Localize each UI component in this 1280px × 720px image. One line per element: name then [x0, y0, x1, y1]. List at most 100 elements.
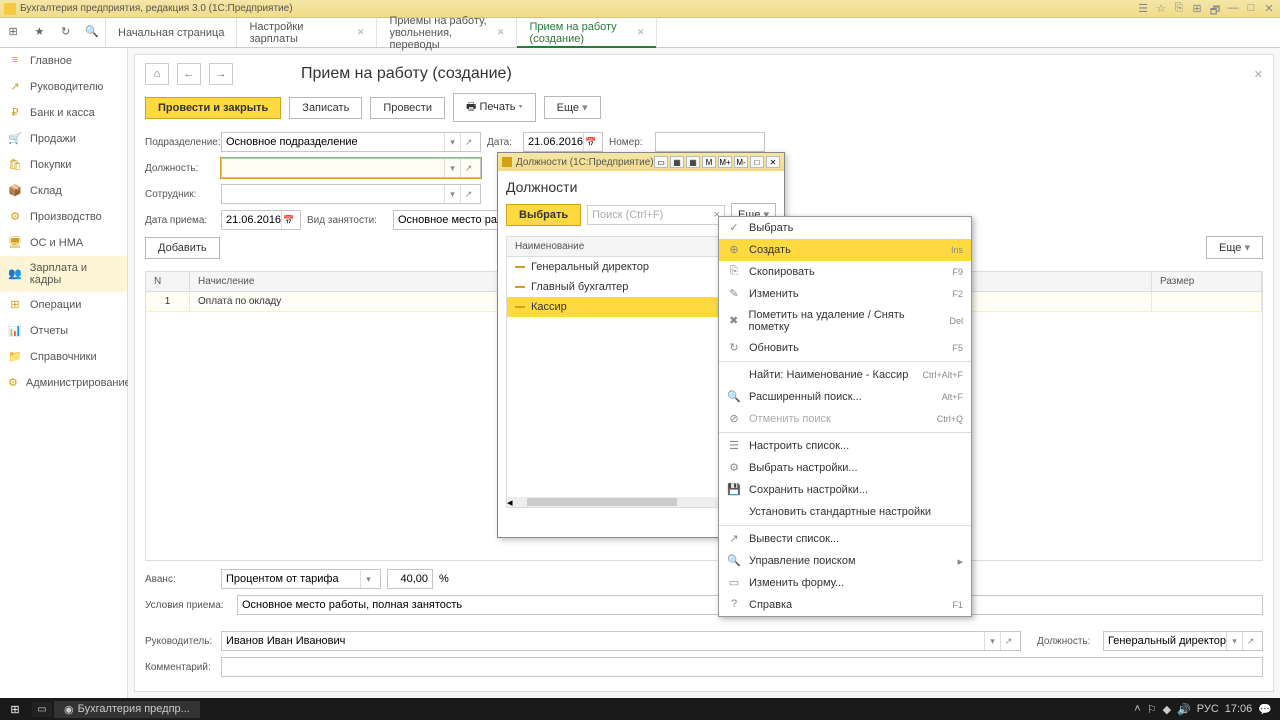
save-button[interactable]: Записать — [289, 97, 362, 119]
popup-maximize-icon[interactable]: □ — [750, 156, 764, 168]
table-more-button[interactable]: Еще — [1206, 236, 1263, 259]
start-button[interactable]: ⊞ — [0, 698, 30, 720]
ctx-copy[interactable]: ⎘СкопироватьF9 — [719, 261, 971, 283]
sidebar-item-production[interactable]: ⚙Производство — [0, 204, 127, 230]
tray-up-icon[interactable]: ˄ — [1134, 703, 1140, 715]
sidebar-item-purchases[interactable]: 🛍Покупки — [0, 152, 127, 178]
dropdown-icon[interactable]: ▾ — [984, 632, 1000, 650]
sidebar-item-sales[interactable]: 🛒Продажи — [0, 126, 127, 152]
number-field[interactable] — [655, 132, 765, 152]
dropdown-icon[interactable]: ▾ — [444, 133, 460, 151]
dropdown-icon[interactable]: ▾ — [444, 185, 460, 203]
ctx-refresh[interactable]: ↻ОбновитьF5 — [719, 337, 971, 359]
sidebar-item-assets[interactable]: 🖥ОС и НМА — [0, 230, 127, 256]
tray-icon[interactable]: 🔊 — [1177, 703, 1191, 716]
scroll-thumb[interactable] — [527, 498, 677, 506]
taskbar-app-1c[interactable]: ◉Бухгалтерия предпр... — [54, 701, 200, 718]
sidebar-item-payroll[interactable]: 👥Зарплата и кадры — [0, 256, 127, 292]
grid-icon[interactable]: ⊞ — [5, 25, 21, 41]
mgr-position-field[interactable]: Генеральный директор▾↗ — [1103, 631, 1263, 651]
icon-btn[interactable]: ▭ — [654, 156, 668, 168]
ctx-adv-find[interactable]: 🔍Расширенный поиск...Alt+F — [719, 386, 971, 408]
tab-hire-create[interactable]: Прием на работу (создание)✕ — [517, 18, 657, 47]
popup-close-icon[interactable]: ✕ — [766, 156, 780, 168]
employee-field[interactable]: ▾↗ — [221, 184, 481, 204]
icon-btn[interactable]: M+ — [718, 156, 732, 168]
icon-btn[interactable]: M — [702, 156, 716, 168]
popup-select-button[interactable]: Выбрать — [506, 204, 581, 226]
advance-value-field[interactable]: 40,00 — [387, 569, 433, 589]
tray-icon[interactable]: ⚐ — [1147, 703, 1157, 716]
ctx-search-mgmt[interactable]: 🔍Управление поиском▸ — [719, 550, 971, 572]
date-field[interactable]: 21.06.2016📅 — [523, 132, 603, 152]
calendar-icon[interactable]: 📅 — [583, 133, 598, 151]
comment-field[interactable] — [221, 657, 1263, 677]
icon-btn[interactable]: ⎘ — [1172, 2, 1186, 16]
search-icon[interactable]: 🔍 — [84, 25, 100, 41]
close-icon[interactable]: ✕ — [1262, 2, 1276, 16]
icon-btn[interactable]: ☆ — [1154, 2, 1168, 16]
col-size[interactable]: Размер — [1152, 272, 1262, 291]
ctx-choose[interactable]: ✓Выбрать — [719, 217, 971, 239]
open-icon[interactable]: ↗ — [1242, 632, 1258, 650]
tab-close-icon[interactable]: ✕ — [637, 27, 645, 38]
sidebar-item-operations[interactable]: ⊞Операции — [0, 292, 127, 318]
ctx-edit-form[interactable]: ▭Изменить форму... — [719, 572, 971, 594]
advance-type-field[interactable]: Процентом от тарифа▾ — [221, 569, 381, 589]
dropdown-icon[interactable]: ▾ — [1226, 632, 1242, 650]
sidebar-item-manager[interactable]: ↗Руководителю — [0, 74, 127, 100]
print-button[interactable]: 🖶 Печать — [453, 93, 536, 122]
tab-hr-operations[interactable]: Приемы на работу, увольнения, переводы✕ — [377, 18, 517, 47]
ctx-find[interactable]: Найти: Наименование - КассирCtrl+Alt+F — [719, 364, 971, 386]
manager-field[interactable]: Иванов Иван Иванович▾↗ — [221, 631, 1021, 651]
sidebar-item-main[interactable]: ≡Главное — [0, 48, 127, 74]
sidebar-item-admin[interactable]: ⚙Администрирование — [0, 370, 127, 396]
add-row-button[interactable]: Добавить — [145, 237, 220, 259]
hiredate-field[interactable]: 21.06.2016📅 — [221, 210, 301, 230]
home-button[interactable]: ⌂ — [145, 63, 169, 85]
tray-lang[interactable]: РУС — [1197, 703, 1219, 715]
tray-icon[interactable]: ◆ — [1163, 703, 1171, 716]
sidebar-item-refs[interactable]: 📁Справочники — [0, 344, 127, 370]
sidebar-item-warehouse[interactable]: 📦Склад — [0, 178, 127, 204]
ctx-create[interactable]: ⊕СоздатьIns — [719, 239, 971, 261]
ctx-help[interactable]: ?СправкаF1 — [719, 594, 971, 616]
ctx-save-settings[interactable]: 💾Сохранить настройки... — [719, 479, 971, 501]
page-close-icon[interactable]: ✕ — [1254, 68, 1263, 81]
icon-btn[interactable]: M- — [734, 156, 748, 168]
minimize-icon[interactable]: — — [1226, 2, 1240, 16]
sidebar-item-reports[interactable]: 📊Отчеты — [0, 318, 127, 344]
tab-salary-settings[interactable]: Настройки зарплаты✕ — [237, 18, 377, 47]
icon-btn[interactable]: ⊞ — [1190, 2, 1204, 16]
post-and-close-button[interactable]: Провести и закрыть — [145, 97, 281, 119]
position-field[interactable]: ▾↗ — [221, 158, 481, 178]
tab-close-icon[interactable]: ✕ — [357, 27, 365, 38]
history-icon[interactable]: ↻ — [58, 25, 74, 41]
open-icon[interactable]: ↗ — [460, 133, 476, 151]
open-icon[interactable]: ↗ — [1000, 632, 1016, 650]
tray-clock[interactable]: 17:06 — [1225, 703, 1253, 715]
sidebar-item-bank[interactable]: ₽Банк и касса — [0, 100, 127, 126]
dropdown-icon[interactable]: ▾ — [360, 570, 376, 588]
maximize-icon[interactable]: □ — [1244, 2, 1258, 16]
ctx-mark-delete[interactable]: ✖Пометить на удаление / Снять пометкуDel — [719, 305, 971, 337]
post-button[interactable]: Провести — [370, 97, 445, 119]
icon-btn[interactable]: ☰ — [1136, 2, 1150, 16]
open-icon[interactable]: ↗ — [460, 159, 476, 177]
tab-home[interactable]: Начальная страница — [106, 18, 237, 47]
scroll-left-icon[interactable]: ◂ — [507, 496, 513, 509]
department-field[interactable]: Основное подразделение▾↗ — [221, 132, 481, 152]
taskview-button[interactable]: ▭ — [32, 702, 52, 717]
star-icon[interactable]: ★ — [31, 25, 47, 41]
back-button[interactable]: ← — [177, 63, 201, 85]
ctx-configure-list[interactable]: ☰Настроить список... — [719, 435, 971, 457]
popup-titlebar[interactable]: Должности (1С:Предприятие) ▭ ▦ ▦ M M+ M-… — [498, 153, 784, 171]
ctx-edit[interactable]: ✎ИзменитьF2 — [719, 283, 971, 305]
ctx-output-list[interactable]: ↗Вывести список... — [719, 528, 971, 550]
ctx-std-settings[interactable]: Установить стандартные настройки — [719, 501, 971, 523]
icon-btn[interactable]: ▦ — [686, 156, 700, 168]
calendar-icon[interactable]: 📅 — [281, 211, 296, 229]
open-icon[interactable]: ↗ — [460, 185, 476, 203]
icon-btn[interactable]: ▦ — [670, 156, 684, 168]
more-button[interactable]: Еще — [544, 96, 601, 119]
